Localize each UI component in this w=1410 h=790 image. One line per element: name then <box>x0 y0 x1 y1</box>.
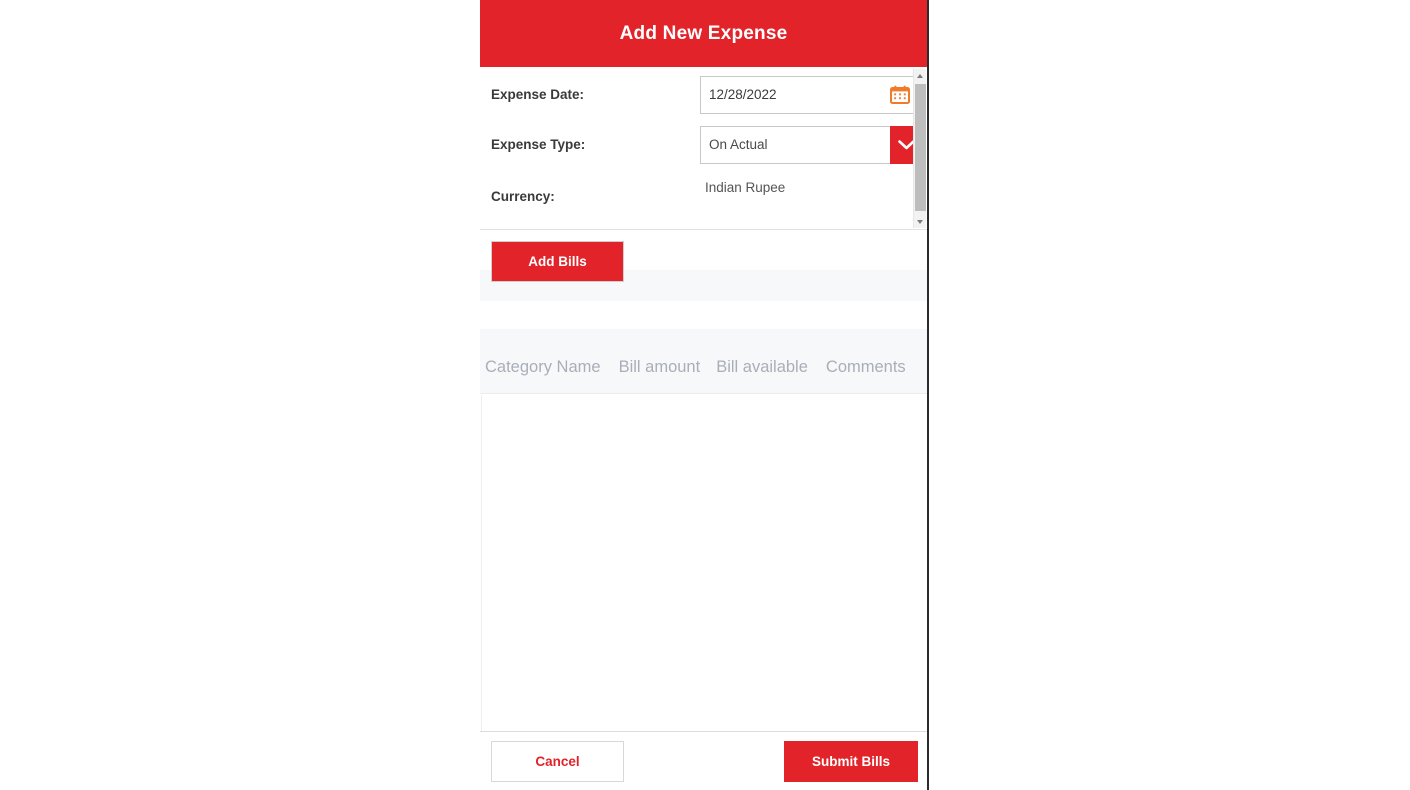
modal-footer: Cancel Submit Bills <box>480 732 927 790</box>
submit-bills-button[interactable]: Submit Bills <box>784 741 918 782</box>
form-row-expense-date: Expense Date: 12/28/2022 <box>480 70 913 119</box>
modal-header: Add New Expense <box>480 0 927 67</box>
bills-table: Category Name Bill amount Bill available… <box>480 341 927 732</box>
currency-value: Indian Rupee <box>705 180 786 195</box>
expense-type-control: On Actual <box>700 125 913 164</box>
form-scrollbar[interactable] <box>913 69 926 228</box>
cancel-button[interactable]: Cancel <box>491 741 624 782</box>
divider-band-lower <box>480 329 927 341</box>
expense-date-control: 12/28/2022 <box>700 75 913 114</box>
expense-type-label: Expense Type: <box>491 137 586 152</box>
expense-type-value: On Actual <box>709 137 768 152</box>
expense-type-select[interactable]: On Actual <box>700 125 913 164</box>
column-header-category-name: Category Name <box>485 357 601 376</box>
bills-table-body <box>481 395 927 731</box>
triangle-up-glyph <box>917 73 923 78</box>
currency-control: Indian Rupee <box>700 177 913 215</box>
expense-date-input[interactable]: 12/28/2022 <box>700 75 913 114</box>
expense-date-value: 12/28/2022 <box>709 87 777 102</box>
column-header-bill-amount: Bill amount <box>618 357 701 376</box>
triangle-down-glyph <box>917 219 923 224</box>
form-row-expense-type: Expense Type: On Actual <box>480 120 913 169</box>
expense-type-dropdown-button[interactable] <box>890 125 913 164</box>
column-header-bill-available: Bill available <box>716 357 808 376</box>
currency-label: Currency: <box>491 188 555 204</box>
expense-form-region: Expense Date: 12/28/2022 Expense Type: O… <box>480 67 927 230</box>
add-expense-modal: Add New Expense Expense Date: 12/28/2022 <box>480 0 929 790</box>
scroll-up-arrow-icon[interactable] <box>914 69 926 82</box>
scrollbar-thumb[interactable] <box>915 84 926 211</box>
expense-form-rows: Expense Date: 12/28/2022 Expense Type: O… <box>480 67 913 229</box>
expense-date-label: Expense Date: <box>491 87 585 102</box>
column-header-comments: Comments <box>825 357 906 376</box>
form-row-currency: Currency: Indian Rupee <box>480 180 913 211</box>
bills-table-header: Category Name Bill amount Bill available… <box>480 341 927 394</box>
add-bills-button[interactable]: Add Bills <box>491 241 624 282</box>
page-title: Add New Expense <box>619 22 788 44</box>
scroll-down-arrow-icon[interactable] <box>914 215 926 228</box>
calendar-icon[interactable] <box>890 85 913 104</box>
chevron-down-icon <box>898 139 913 149</box>
add-bills-area: Add Bills <box>480 230 927 341</box>
